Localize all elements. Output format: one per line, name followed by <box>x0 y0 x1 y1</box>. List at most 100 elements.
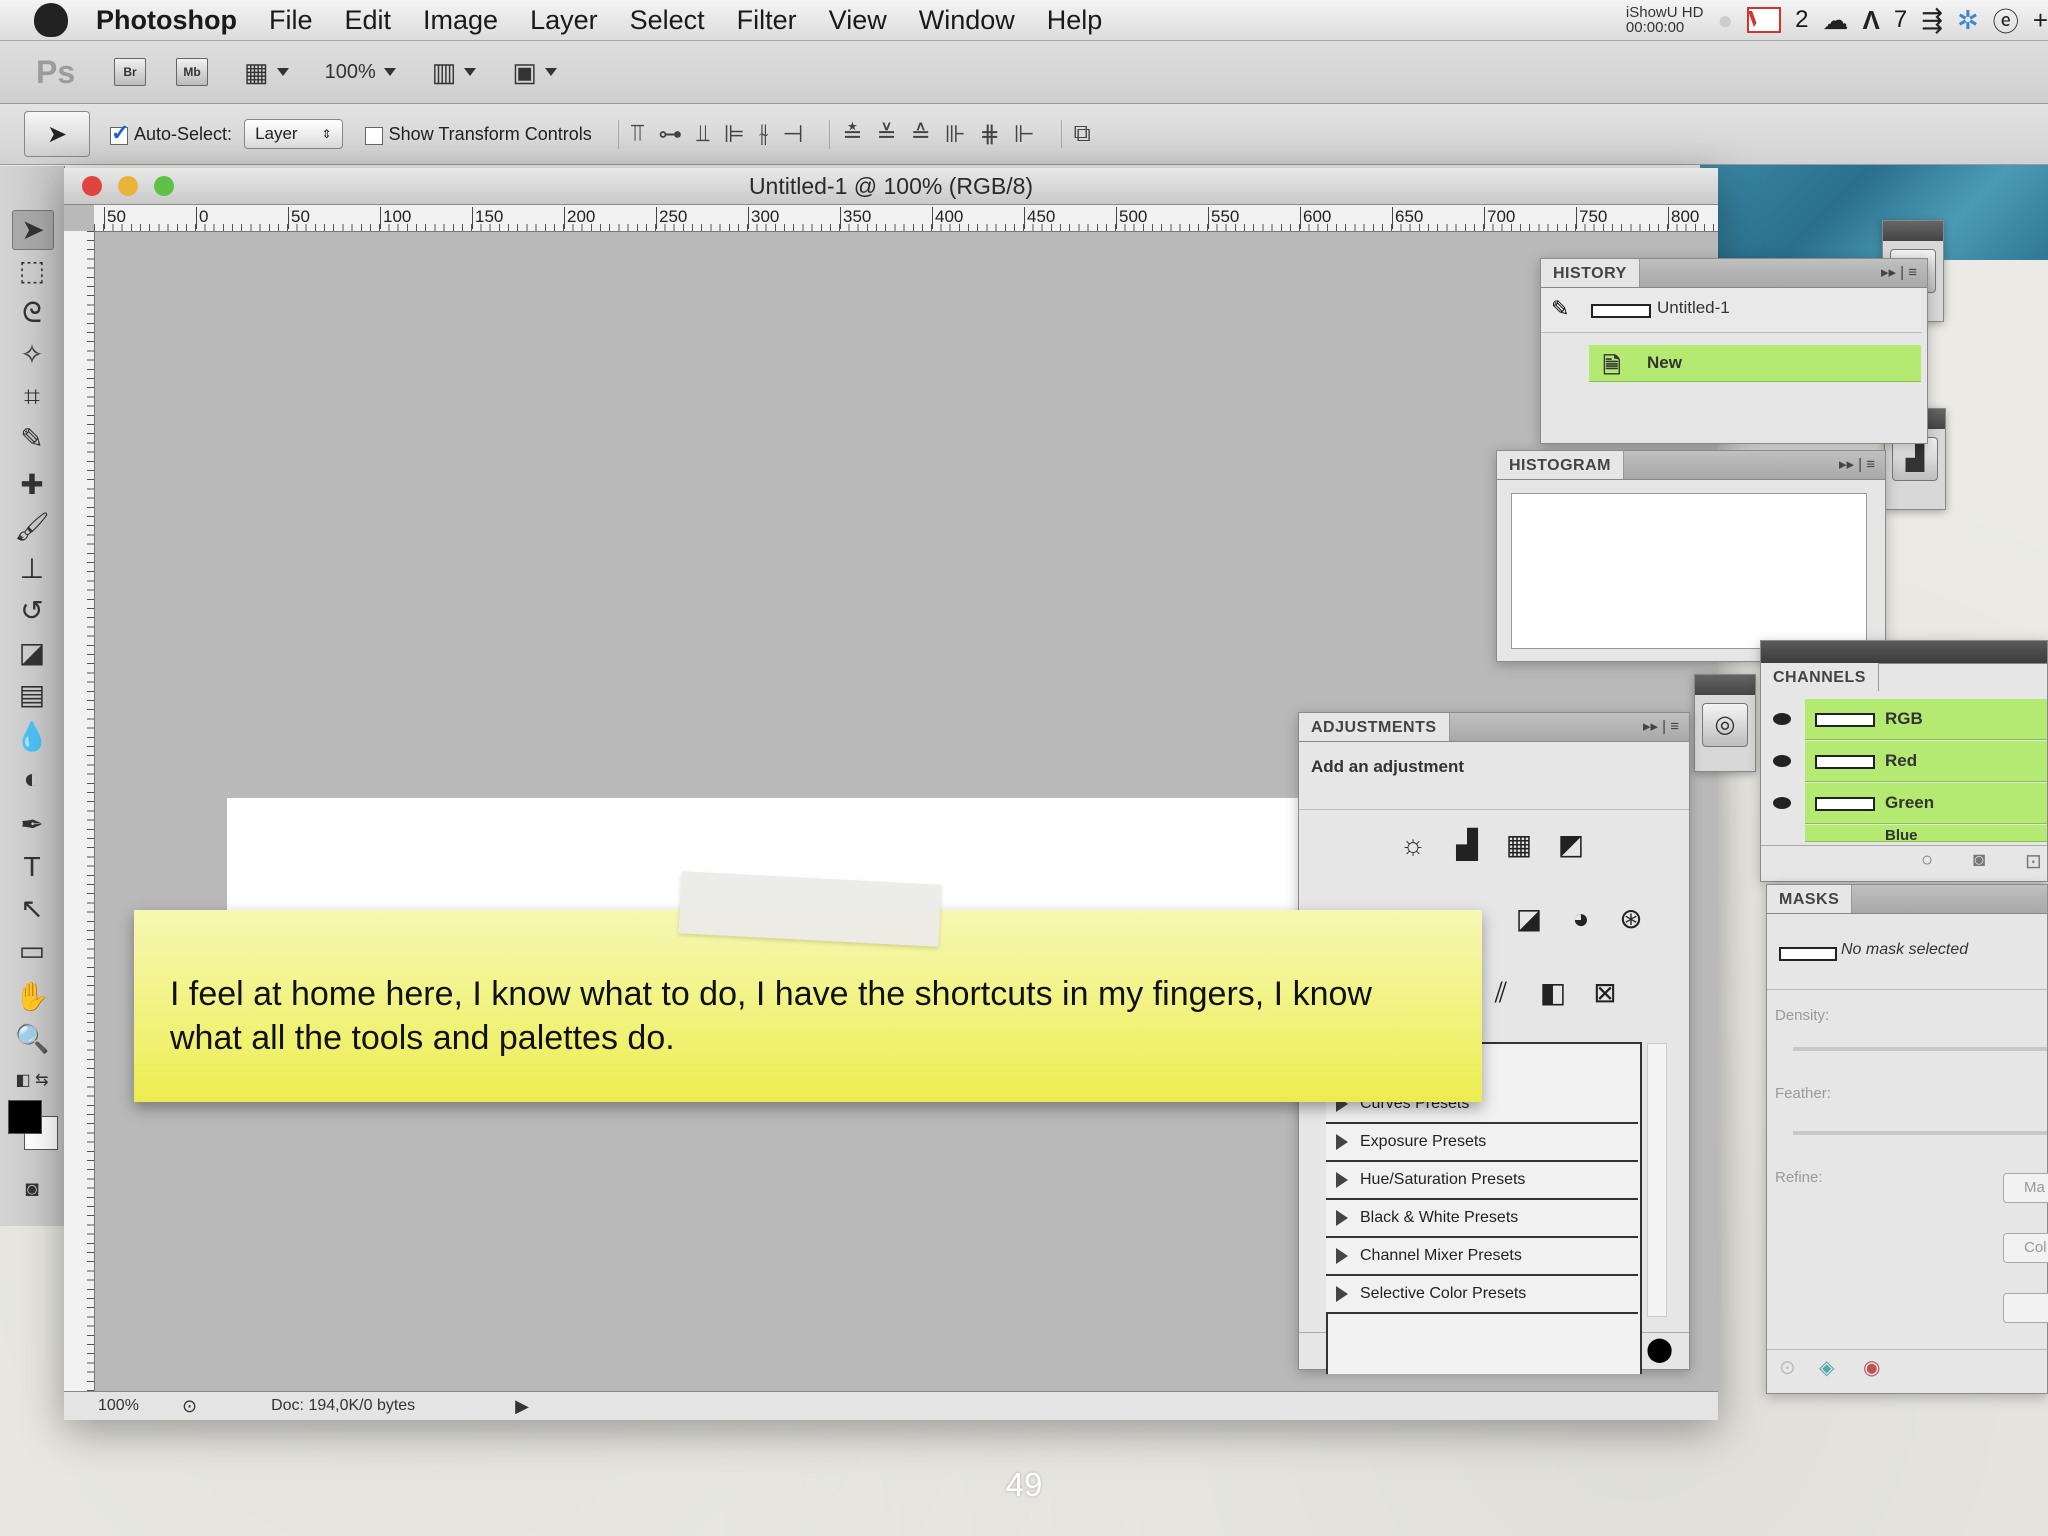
view-extras-dropdown[interactable]: ▦ <box>244 57 289 88</box>
preset-selective-color[interactable]: Selective Color Presets <box>1326 1276 1638 1314</box>
panel-menu-icon[interactable]: ▸▸ | ≡ <box>1881 263 1917 281</box>
presets-scrollbar[interactable] <box>1647 1043 1667 1317</box>
disable-mask-icon[interactable]: ◉ <box>1863 1355 1880 1380</box>
black-white-icon[interactable]: ◪ <box>1509 899 1549 939</box>
masks-tab[interactable]: MASKS <box>1767 885 1853 913</box>
menu-edit[interactable]: Edit <box>345 5 392 36</box>
gradient-tool-icon[interactable]: ▤ <box>12 676 52 714</box>
pen-tool-icon[interactable]: ✒ <box>12 806 52 844</box>
lasso-tool-icon[interactable]: ᘓ <box>12 294 52 332</box>
history-snapshot-row[interactable]: ✎ Untitled-1 <box>1541 288 1921 333</box>
brightness-contrast-icon[interactable]: ☼ <box>1393 825 1433 865</box>
histogram-tab[interactable]: HISTOGRAM <box>1497 451 1624 479</box>
vertical-ruler[interactable] <box>64 231 95 1391</box>
move-tool-icon[interactable]: ➤ <box>12 210 54 250</box>
clip-to-layer-icon[interactable]: ⬤ <box>1646 1335 1673 1364</box>
feather-slider[interactable] <box>1793 1131 2047 1135</box>
align-top-icon[interactable]: ⫪ <box>631 120 645 149</box>
marquee-tool-icon[interactable]: ⬚ <box>12 252 52 290</box>
timemachine-icon[interactable]: ⓔ <box>1993 2 2019 39</box>
ishowu-status[interactable]: iShowU HD 00:00:00 <box>1626 5 1704 35</box>
preset-black-white[interactable]: Black & White Presets <box>1326 1200 1638 1238</box>
more-icon[interactable]: + <box>2033 5 2048 36</box>
channels-tab[interactable]: CHANNELS <box>1761 663 1879 691</box>
auto-select-target-select[interactable]: Layer ⇕ <box>244 119 343 149</box>
history-state-row[interactable]: 🗎 New <box>1589 345 1921 382</box>
show-transform-checkbox[interactable] <box>364 127 383 145</box>
zoom-level-dropdown[interactable]: 100% <box>325 61 396 84</box>
curves-icon[interactable]: ▦ <box>1499 825 1539 865</box>
channel-row-red[interactable]: Red <box>1805 741 2047 782</box>
eyedropper-tool-icon[interactable]: ✎ <box>12 420 52 458</box>
gradient-map-icon[interactable]: ◧ <box>1533 973 1573 1013</box>
eye-icon[interactable] <box>1773 797 1791 809</box>
menu-app-photoshop[interactable]: Photoshop <box>96 5 237 36</box>
quick-mask-icon[interactable]: ◙ <box>12 1170 52 1208</box>
channel-row-blue[interactable]: Blue <box>1805 825 2047 842</box>
align-right-icon[interactable]: ⊣ <box>783 120 804 149</box>
adobe-updater-icon[interactable]: Ʌ <box>1863 5 1880 36</box>
selective-color-icon[interactable]: ⊠ <box>1585 973 1625 1013</box>
preset-channel-mixer[interactable]: Channel Mixer Presets <box>1326 1238 1638 1276</box>
levels-icon[interactable]: ▟ <box>1447 825 1487 865</box>
align-hcenter-icon[interactable]: ⫳ <box>759 120 769 149</box>
preset-hue-saturation[interactable]: Hue/Saturation Presets <box>1326 1162 1638 1200</box>
path-selection-tool-icon[interactable]: ↖ <box>12 890 52 928</box>
menu-file[interactable]: File <box>269 5 313 36</box>
exposure-icon[interactable]: ◩ <box>1551 825 1591 865</box>
panel-drag-bar[interactable] <box>1761 641 2047 664</box>
gmail-icon[interactable] <box>1747 7 1782 33</box>
distribute-vcenter-icon[interactable]: ≚ <box>877 120 897 149</box>
sync-icon[interactable]: ⇶ <box>1921 5 1943 36</box>
launch-bridge-button[interactable]: Br <box>114 58 146 86</box>
brush-panel-icon[interactable]: ◎ <box>1702 703 1748 747</box>
launch-mini-bridge-button[interactable]: Mb <box>176 58 208 86</box>
color-range-button[interactable]: Col <box>2003 1233 2048 1263</box>
eraser-tool-icon[interactable]: ◪ <box>12 634 52 672</box>
blur-tool-icon[interactable]: 💧 <box>12 718 52 756</box>
menu-window[interactable]: Window <box>919 5 1015 36</box>
healing-brush-tool-icon[interactable]: ✚ <box>12 466 52 504</box>
shape-tool-icon[interactable]: ▭ <box>12 932 52 970</box>
status-info-icon[interactable]: ⊙ <box>182 1396 197 1417</box>
auto-select-checkbox[interactable] <box>110 120 129 146</box>
status-zoom[interactable]: 100% <box>98 1397 168 1415</box>
panel-menu-icon[interactable]: ▸▸ | ≡ <box>1839 455 1875 473</box>
cloud-icon[interactable]: ☁ <box>1823 5 1849 36</box>
menu-select[interactable]: Select <box>630 5 705 36</box>
panel-menu-icon[interactable]: ▸▸ | ≡ <box>1643 717 1679 735</box>
document-title-bar[interactable]: Untitled-1 @ 100% (RGB/8) <box>64 168 1718 205</box>
save-selection-icon[interactable]: ◙ <box>1973 849 1985 872</box>
quick-selection-tool-icon[interactable]: ✧ <box>12 336 52 374</box>
zoom-icon[interactable] <box>154 176 174 196</box>
menu-help[interactable]: Help <box>1047 5 1103 36</box>
eye-icon[interactable] <box>1773 713 1791 725</box>
screen-mode-dropdown[interactable]: ▣ <box>512 57 557 88</box>
history-brush-source-icon[interactable]: ✎ <box>1551 296 1569 322</box>
distribute-right-icon[interactable]: ⊩ <box>1014 120 1035 149</box>
channel-row-green[interactable]: Green <box>1805 783 2047 824</box>
mask-edge-button[interactable]: Ma <box>2003 1173 2048 1203</box>
close-icon[interactable] <box>82 176 102 196</box>
history-tab[interactable]: HISTORY <box>1541 259 1640 287</box>
zoom-tool-icon[interactable]: 🔍 <box>12 1020 52 1058</box>
invert-button[interactable] <box>2003 1293 2048 1323</box>
apple-menu-icon[interactable] <box>34 3 68 37</box>
tool-preset-picker[interactable]: ➤ <box>24 111 90 157</box>
menu-image[interactable]: Image <box>423 5 498 36</box>
arrange-documents-dropdown[interactable]: ▥ <box>432 57 477 88</box>
posterize-icon[interactable]: ⫽ <box>1481 973 1521 1013</box>
auto-align-icon[interactable]: ⧉ <box>1074 120 1091 148</box>
align-vcenter-icon[interactable]: ⊶ <box>658 120 682 149</box>
preset-exposure[interactable]: Exposure Presets <box>1326 1124 1638 1162</box>
adjustments-tab[interactable]: ADJUSTMENTS <box>1299 713 1450 741</box>
dock-bar[interactable] <box>1883 221 1943 241</box>
photo-filter-icon[interactable]: ◕ <box>1561 899 1601 939</box>
channel-mixer-icon[interactable]: ⊛ <box>1611 899 1651 939</box>
foreground-color-swatch[interactable] <box>8 1100 42 1134</box>
distribute-bottom-icon[interactable]: ≙ <box>911 120 931 149</box>
history-brush-tool-icon[interactable]: ↺ <box>12 592 52 630</box>
load-selection-from-mask-icon[interactable]: ⊙ <box>1779 1355 1796 1380</box>
distribute-left-icon[interactable]: ⊪ <box>945 120 966 149</box>
dropbox-icon[interactable]: ✲ <box>1957 5 1979 36</box>
